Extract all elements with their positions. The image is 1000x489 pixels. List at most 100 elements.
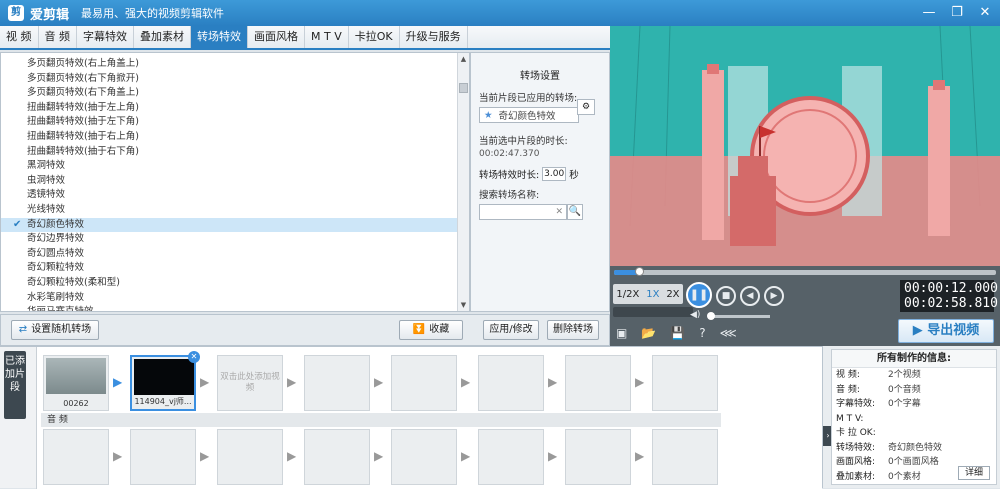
- audio-slot[interactable]: [130, 429, 196, 485]
- remove-clip-icon[interactable]: ✕: [188, 351, 200, 363]
- clip-thumbnail: [46, 358, 106, 394]
- previous-frame-button[interactable]: ◀: [740, 286, 760, 306]
- mini-seek-bar[interactable]: [613, 307, 693, 317]
- empty-clip-slot[interactable]: 双击此处添加视频: [217, 355, 283, 411]
- transition-item[interactable]: 光线特效: [1, 203, 459, 218]
- transition-list-panel: 多页翻页特效(右上角盖上) 多页翻页特效(右下角掀开) 多页翻页特效(右下角盖上) 扭…: [0, 52, 470, 312]
- collect-button[interactable]: ⏬ 收藏: [399, 320, 463, 340]
- transition-item[interactable]: 多页翻页特效(右下角掀开): [1, 72, 459, 87]
- help-icon[interactable]: ?: [699, 326, 705, 340]
- transition-item[interactable]: 扭曲翻转特效(抽于右上角): [1, 130, 459, 145]
- share-icon[interactable]: ⋘: [720, 326, 737, 340]
- empty-clip-slot[interactable]: [565, 355, 631, 411]
- search-icon[interactable]: 🔍: [567, 204, 583, 220]
- added-clips-tab[interactable]: 已添加片段: [4, 351, 26, 419]
- transition-item[interactable]: 虫洞特效: [1, 174, 459, 189]
- pause-button[interactable]: ❚❚: [686, 282, 712, 308]
- audio-slot[interactable]: [217, 429, 283, 485]
- transition-item[interactable]: 奇幻边界特效: [1, 232, 459, 247]
- scroll-thumb[interactable]: [459, 83, 468, 93]
- random-transition-button[interactable]: ⇄ 设置随机转场: [11, 320, 99, 340]
- volume-slider[interactable]: [710, 315, 770, 318]
- audio-slot[interactable]: [391, 429, 457, 485]
- transition-arrow-icon[interactable]: ▶: [200, 375, 209, 389]
- audio-slot[interactable]: [43, 429, 109, 485]
- maximize-button[interactable]: ❐: [948, 4, 966, 22]
- transition-item[interactable]: 多页翻页特效(右上角盖上): [1, 57, 459, 72]
- transition-item[interactable]: 透镜特效: [1, 188, 459, 203]
- tab-7[interactable]: 卡拉OK: [349, 26, 400, 48]
- save-icon[interactable]: 💾: [670, 326, 685, 340]
- preview-frame: [610, 26, 1000, 266]
- export-icon: ▶: [912, 323, 923, 338]
- open-folder-icon[interactable]: 📂: [641, 326, 656, 340]
- speed-option[interactable]: 2X: [666, 289, 679, 300]
- transition-arrow-icon[interactable]: ▶: [287, 375, 296, 389]
- applied-effect-field: ★ 奇幻颜色特效: [479, 107, 579, 123]
- transition-item[interactable]: 水彩笔刷特效: [1, 291, 459, 306]
- tab-3[interactable]: 叠加素材: [134, 26, 191, 48]
- effect-duration-input[interactable]: 3.00: [542, 167, 567, 181]
- info-key: 转场特效:: [836, 442, 876, 453]
- progress-knob[interactable]: [634, 267, 644, 276]
- transition-item[interactable]: 扭曲翻转特效(抽于左下角): [1, 115, 459, 130]
- collect-icon: ⏬: [412, 324, 426, 335]
- search-clear-icon[interactable]: ✕: [555, 207, 563, 217]
- scroll-down-icon[interactable]: ▼: [458, 299, 469, 311]
- close-button[interactable]: ✕: [976, 4, 994, 22]
- export-video-button[interactable]: ▶ 导出视频: [898, 319, 994, 343]
- tab-8[interactable]: 升级与服务: [400, 26, 468, 48]
- audio-slot[interactable]: [565, 429, 631, 485]
- transition-arrow-icon[interactable]: ▶: [548, 375, 557, 389]
- stop-button[interactable]: ■: [716, 286, 736, 306]
- video-clip[interactable]: 00262: [43, 355, 109, 411]
- transition-arrow-icon[interactable]: ▶: [113, 375, 122, 389]
- empty-clip-slot[interactable]: [391, 355, 457, 411]
- transition-item[interactable]: ✔ 奇幻颜色特效: [1, 217, 459, 233]
- tab-0[interactable]: 视 频: [0, 26, 39, 48]
- empty-clip-slot[interactable]: [304, 355, 370, 411]
- audio-slot[interactable]: [304, 429, 370, 485]
- speed-option[interactable]: 1/2X: [616, 289, 639, 300]
- transition-item[interactable]: 黑洞特效: [1, 159, 459, 174]
- transition-arrow-icon[interactable]: ▶: [635, 375, 644, 389]
- tab-4[interactable]: 转场特效: [191, 26, 248, 48]
- transition-list: 多页翻页特效(右上角盖上) 多页翻页特效(右下角掀开) 多页翻页特效(右下角盖上) 扭…: [1, 57, 459, 311]
- transition-item[interactable]: 华丽马赛克特效: [1, 305, 459, 311]
- transition-item[interactable]: 扭曲翻转特效(抽于左上角): [1, 101, 459, 116]
- transition-item[interactable]: 奇幻颗粒特效: [1, 261, 459, 276]
- detail-button[interactable]: 详细: [958, 466, 990, 480]
- search-label: 搜索转场名称:: [479, 190, 540, 201]
- tab-2[interactable]: 字幕特效: [77, 26, 134, 48]
- new-project-icon[interactable]: ▣: [616, 326, 627, 340]
- apply-button[interactable]: 应用/修改: [483, 320, 539, 340]
- tab-6[interactable]: M T V: [305, 26, 349, 48]
- minimize-button[interactable]: —: [920, 4, 938, 22]
- speed-option[interactable]: 1X: [646, 289, 659, 300]
- tab-5[interactable]: 画面风格: [248, 26, 305, 48]
- info-key: 叠加素材:: [836, 471, 876, 482]
- list-scrollbar[interactable]: ▲ ▼: [457, 53, 469, 311]
- volume-knob[interactable]: [707, 312, 715, 320]
- search-input[interactable]: ✕: [479, 204, 567, 220]
- playback-progress[interactable]: [614, 267, 996, 276]
- audio-slot[interactable]: [478, 429, 544, 485]
- transition-arrow-icon[interactable]: ▶: [374, 375, 383, 389]
- transition-item[interactable]: 奇幻颗粒特效(柔和型): [1, 276, 459, 291]
- effect-preview-icon[interactable]: ⚙: [577, 99, 595, 115]
- tab-1[interactable]: 音 频: [39, 26, 77, 48]
- empty-clip-slot[interactable]: [652, 355, 718, 411]
- transition-item[interactable]: 多页翻页特效(右下角盖上): [1, 86, 459, 101]
- scroll-up-icon[interactable]: ▲: [458, 53, 469, 65]
- transition-arrow-icon[interactable]: ▶: [461, 375, 470, 389]
- transition-item[interactable]: 扭曲翻转特效(抽于右下角): [1, 145, 459, 160]
- transition-item[interactable]: 奇幻圆点特效: [1, 247, 459, 262]
- video-clip[interactable]: 114904_vj师... ✕: [130, 351, 200, 411]
- audio-slot[interactable]: [652, 429, 718, 485]
- volume-icon[interactable]: ◀): [690, 310, 700, 320]
- empty-clip-slot[interactable]: [478, 355, 544, 411]
- delete-transition-button[interactable]: 删除转场: [547, 320, 599, 340]
- info-row: 字幕特效: 0个字幕: [832, 397, 996, 412]
- transition-item-label: 奇幻颗粒特效(柔和型): [27, 276, 120, 288]
- next-frame-button[interactable]: ▶: [764, 286, 784, 306]
